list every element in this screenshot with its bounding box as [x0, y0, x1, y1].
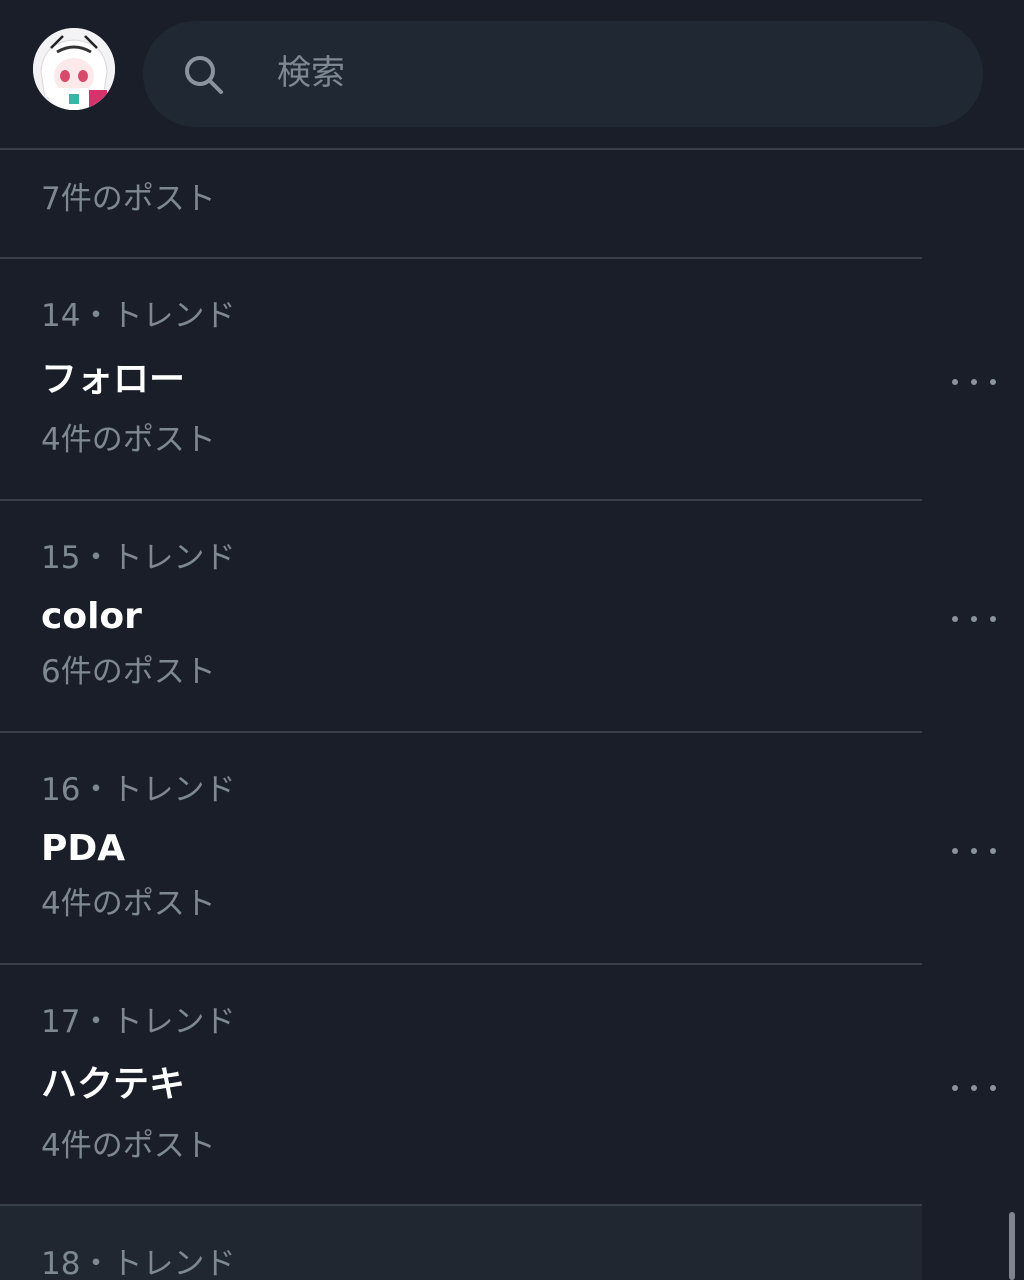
more-dot: [990, 848, 996, 854]
page: 7件のポスト 14・トレンド フォロー 4件のポスト 15・トレンド color…: [0, 0, 1024, 1280]
trend-item[interactable]: 18・トレンド: [0, 1206, 1024, 1280]
more-dot: [990, 379, 996, 385]
more-dot: [952, 379, 958, 385]
avatar[interactable]: [33, 28, 115, 110]
more-options-button[interactable]: [952, 836, 996, 866]
trend-rank-label: 17・トレンド: [41, 1004, 236, 1040]
trend-post-count: 4件のポスト: [41, 422, 216, 458]
trend-rank-label: 14・トレンド: [41, 298, 236, 334]
more-dot: [990, 616, 996, 622]
more-dot: [952, 616, 958, 622]
trend-post-count: 6件のポスト: [41, 654, 216, 690]
trend-term: PDA: [41, 828, 126, 869]
trend-item[interactable]: 15・トレンド color 6件のポスト: [0, 501, 1024, 732]
trend-term: フォロー: [41, 359, 186, 400]
more-dot: [971, 1085, 977, 1091]
trend-post-count: 4件のポスト: [41, 886, 216, 922]
more-options-button[interactable]: [952, 604, 996, 634]
more-dot: [952, 1085, 958, 1091]
more-dot: [971, 379, 977, 385]
more-dot: [971, 848, 977, 854]
scrollbar[interactable]: [1009, 1212, 1015, 1280]
trend-rank-label: 15・トレンド: [41, 540, 236, 576]
trend-item[interactable]: 16・トレンド PDA 4件のポスト: [0, 733, 1024, 964]
avatar-image: [33, 28, 115, 110]
search-input[interactable]: 検索: [277, 53, 345, 93]
search-icon: [185, 56, 223, 94]
more-options-button[interactable]: [952, 367, 996, 397]
trend-post-count: 4件のポスト: [41, 1128, 216, 1164]
trend-rank-label: 16・トレンド: [41, 772, 236, 808]
more-options-button[interactable]: [952, 1073, 996, 1103]
trend-post-count: 7件のポスト: [41, 181, 216, 217]
search-bar[interactable]: 検索: [143, 21, 983, 127]
trend-rank-label: 18・トレンド: [41, 1246, 236, 1280]
more-dot: [971, 616, 977, 622]
trend-term: ハクテキ: [41, 1064, 186, 1105]
trend-item[interactable]: 14・トレンド フォロー 4件のポスト: [0, 259, 1024, 500]
top-bar: 検索: [0, 0, 1024, 150]
more-dot: [990, 1085, 996, 1091]
trend-term: color: [41, 596, 142, 637]
trend-item[interactable]: 17・トレンド ハクテキ 4件のポスト: [0, 965, 1024, 1205]
more-dot: [952, 848, 958, 854]
